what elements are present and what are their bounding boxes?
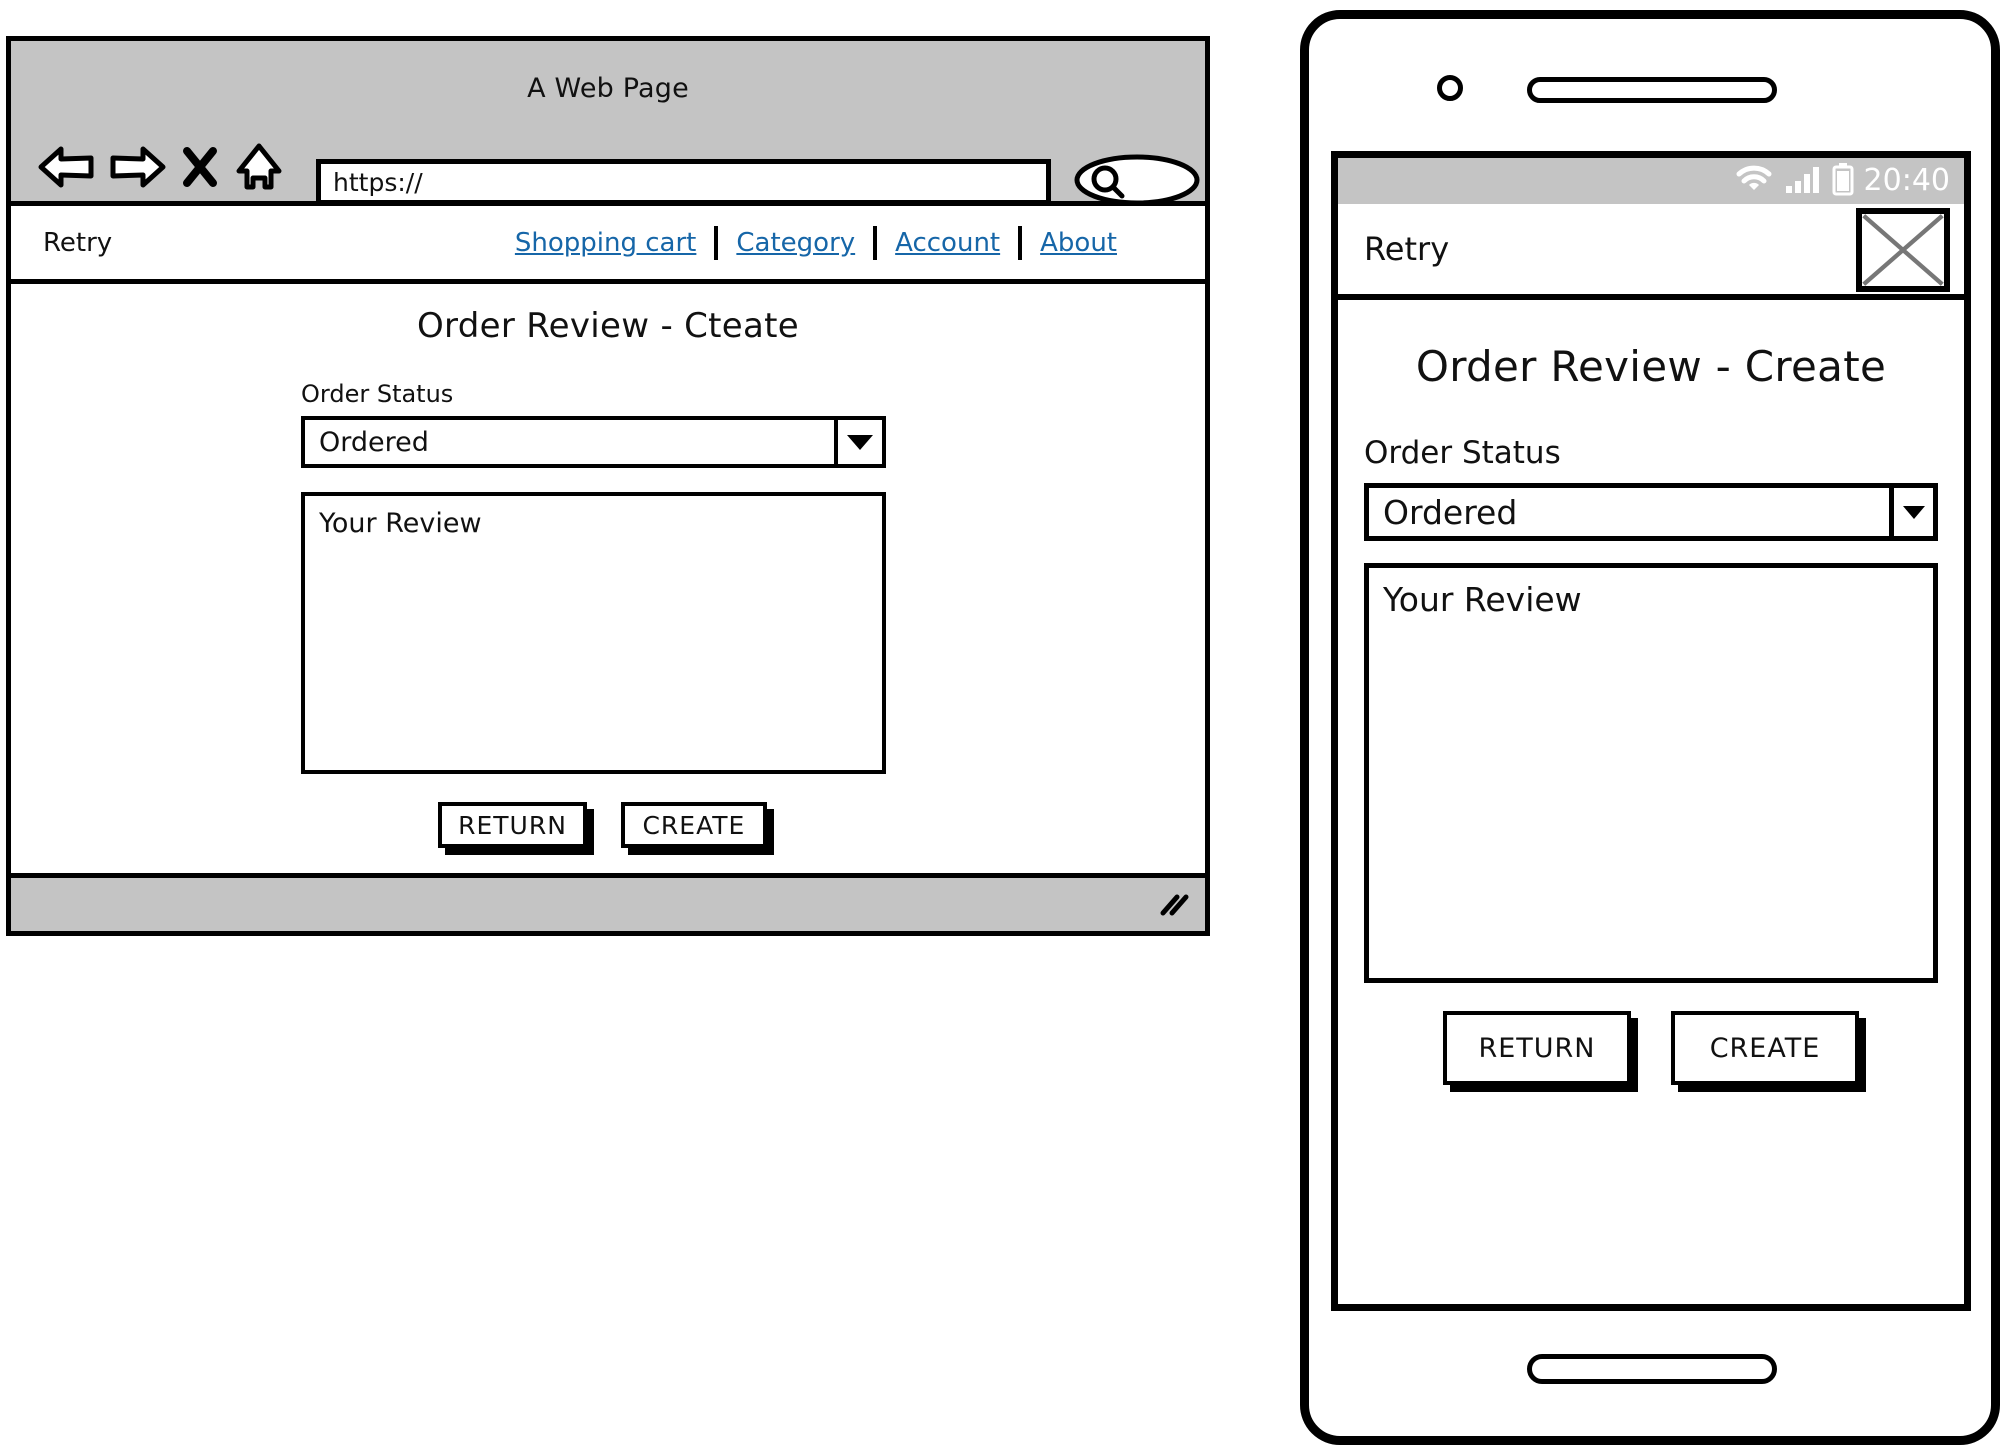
nav-link-category[interactable]: Category — [718, 228, 873, 258]
mobile-order-status-value: Ordered — [1383, 492, 1518, 532]
order-status-select[interactable]: Ordered — [301, 416, 886, 468]
url-value: https:// — [333, 167, 423, 197]
mobile-page-title: Order Review - Create — [1415, 342, 1887, 391]
image-placeholder-x-icon[interactable] — [1856, 208, 1950, 292]
mobile-phone-frame: 20:40 Retry Order Review - Create Order … — [1300, 10, 2000, 1445]
home-icon[interactable] — [233, 141, 285, 193]
nav-link-about[interactable]: About — [1022, 228, 1135, 258]
wifi-icon — [1734, 163, 1774, 199]
battery-icon — [1832, 162, 1854, 200]
create-button[interactable]: CREATE — [620, 802, 767, 848]
home-button[interactable] — [1527, 1354, 1777, 1384]
earpiece-speaker — [1527, 77, 1777, 103]
front-camera-icon — [1437, 75, 1463, 101]
order-review-form: Order Status Ordered Your Review RETURN … — [301, 380, 886, 848]
mobile-status-bar: 20:40 — [1338, 158, 1964, 204]
forward-arrow-icon[interactable] — [109, 143, 167, 191]
desktop-browser-window: A Web Page https:// Retry Shopping cart … — [6, 36, 1210, 936]
back-arrow-icon[interactable] — [37, 143, 95, 191]
mobile-review-textarea[interactable]: Your Review — [1364, 563, 1938, 983]
nav-links-group: Shopping cart Category Account About — [497, 225, 1135, 260]
form-actions: RETURN CREATE — [301, 802, 886, 848]
order-status-label: Order Status — [301, 380, 454, 408]
mobile-form-actions: RETURN CREATE — [1364, 1011, 1938, 1085]
url-input[interactable]: https:// — [316, 159, 1051, 205]
mobile-screen: 20:40 Retry Order Review - Create Order … — [1331, 151, 1971, 1311]
mobile-order-review-form: Order Status Ordered Your Review RETURN … — [1338, 435, 1964, 1085]
order-status-value: Ordered — [319, 426, 429, 458]
mobile-order-status-select[interactable]: Ordered — [1364, 483, 1938, 541]
resize-grip-icon[interactable] — [1159, 893, 1189, 921]
browser-nav-icons — [37, 141, 285, 193]
review-placeholder: Your Review — [319, 508, 482, 539]
status-bar-time: 20:40 — [1863, 163, 1950, 198]
close-x-icon[interactable] — [181, 143, 219, 191]
browser-search-button[interactable] — [1073, 153, 1201, 207]
chevron-down-icon[interactable] — [834, 420, 882, 464]
signal-bars-icon — [1784, 164, 1822, 198]
desktop-page-content: Order Review - Cteate Order Status Order… — [11, 284, 1205, 931]
site-navigation-bar: Retry Shopping cart Category Account Abo… — [11, 206, 1205, 284]
site-brand[interactable]: Retry — [43, 228, 112, 258]
nav-link-account[interactable]: Account — [877, 228, 1018, 258]
mobile-order-status-label: Order Status — [1364, 435, 1561, 471]
mobile-return-button[interactable]: RETURN — [1443, 1011, 1631, 1085]
chevron-down-icon[interactable] — [1889, 488, 1933, 536]
mobile-review-placeholder: Your Review — [1383, 580, 1582, 619]
mobile-brand[interactable]: Retry — [1338, 230, 1449, 268]
wireframe-canvas: A Web Page https:// Retry Shopping cart … — [0, 0, 2016, 1450]
page-title: Order Review - Cteate — [417, 306, 799, 346]
browser-chrome: A Web Page https:// — [11, 41, 1205, 206]
browser-window-title: A Web Page — [527, 73, 689, 104]
return-button[interactable]: RETURN — [438, 802, 587, 848]
nav-link-shopping-cart[interactable]: Shopping cart — [497, 228, 714, 258]
browser-status-bar — [11, 873, 1205, 931]
mobile-header: Retry — [1338, 204, 1964, 300]
mobile-create-button[interactable]: CREATE — [1671, 1011, 1859, 1085]
review-textarea[interactable]: Your Review — [301, 492, 886, 774]
